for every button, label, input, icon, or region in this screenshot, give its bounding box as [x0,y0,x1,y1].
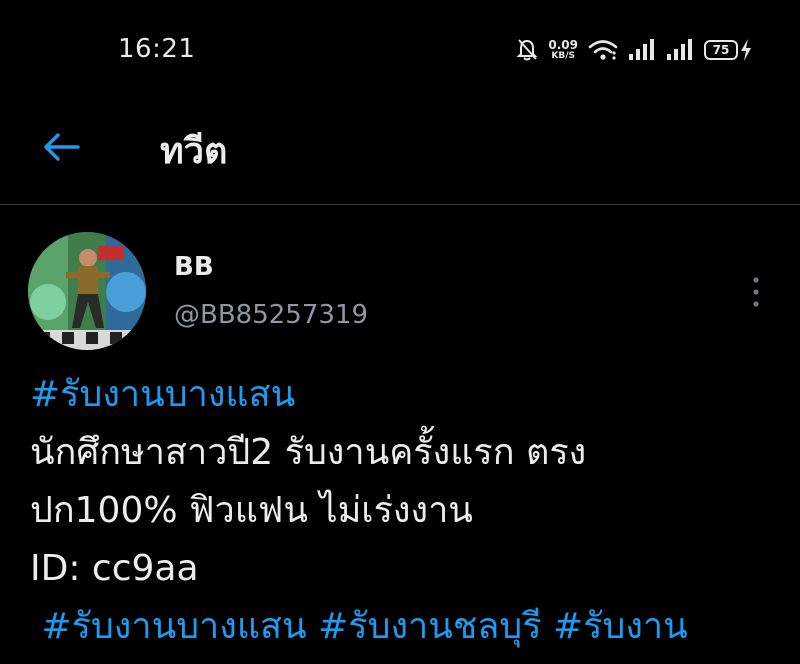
hashtag-link[interactable]: #รับงานบางแสน [41,606,306,647]
hashtag-link[interactable]: #รับงานบางแสน [30,374,295,415]
battery-level: 75 [712,43,730,57]
more-vertical-icon[interactable] [746,274,766,310]
status-bar: 16:21 0.09 KB/S 75 [0,0,800,100]
back-arrow-icon[interactable] [40,126,82,168]
avatar-image [28,232,146,350]
network-speed: 0.09 KB/S [548,39,578,61]
author-handle[interactable]: @BB85257319 [174,300,368,330]
hashtag-link[interactable]: #รับงานชลบุรี [318,606,541,647]
author-name[interactable]: BB [174,252,214,282]
signal-icon [667,39,692,60]
status-time: 16:21 [118,34,196,64]
hashtag-link[interactable]: #รับงาน [553,606,688,647]
network-speed-value: 0.09 [548,38,578,52]
status-icons: 0.09 KB/S 75 [516,34,752,66]
bell-off-icon [516,39,538,61]
charging-bolt-icon [741,39,751,61]
battery-indicator: 75 [704,39,752,61]
tweet-text: #รับงานบางแสน นักศึกษาสาวปี2 รับงานครั้ง… [30,366,790,656]
battery-icon: 75 [704,40,738,60]
tweet-text-line: นักศึกษาสาวปี2 รับงานครั้งแรก ตรง [30,432,587,473]
network-speed-unit: KB/S [551,51,575,61]
signal-icon [629,39,654,60]
top-app-bar: ทวีต [0,100,800,205]
page-title: ทวีต [160,131,228,172]
tweet-text-line: ID: cc9aa [30,548,199,589]
tweet-text-line: ปก100% ฟิวแฟน ไม่เร่งงาน [30,490,473,531]
wifi-icon [588,40,618,60]
avatar[interactable] [28,232,146,350]
